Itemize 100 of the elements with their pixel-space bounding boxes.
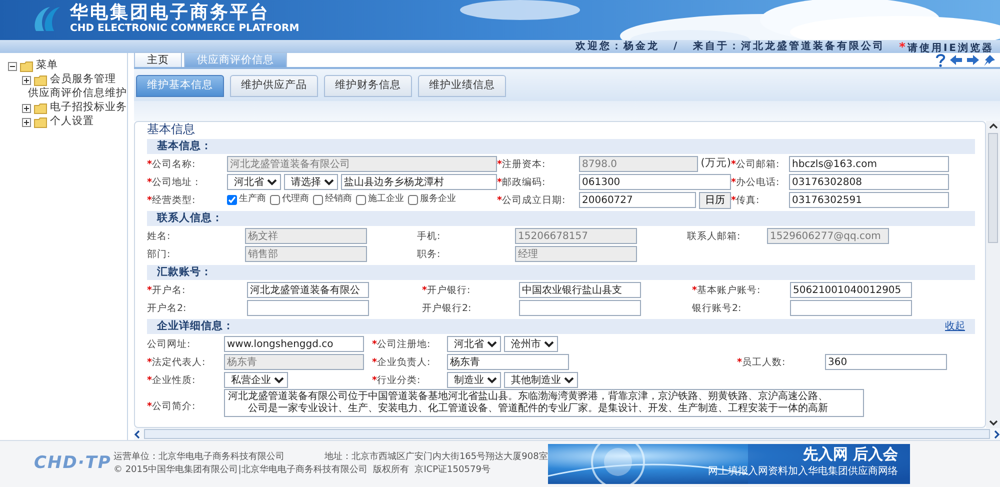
- menu-item[interactable]: 会员服务管理: [50, 72, 116, 88]
- expand-toggle-icon[interactable]: [22, 118, 31, 126]
- tab[interactable]: 主页: [134, 52, 182, 67]
- readonly-field[interactable]: 杨文祥: [245, 228, 367, 244]
- readonly-field[interactable]: 1529606277@qq.com: [767, 228, 889, 244]
- scroll-right-icon[interactable]: [994, 430, 1000, 438]
- scroll-up-icon[interactable]: [988, 123, 998, 129]
- input-field[interactable]: 360: [825, 354, 947, 370]
- field-label: *公司成立日期:: [497, 194, 566, 206]
- readonly-field[interactable]: 销售部: [245, 246, 367, 262]
- folder-icon: [20, 60, 33, 72]
- menu-item[interactable]: 个人设置: [50, 114, 94, 130]
- checkbox[interactable]: [408, 195, 418, 205]
- field-label: *开户名:: [147, 284, 186, 296]
- input-field[interactable]: 50621001040012905: [790, 282, 912, 298]
- field-label: 手机:: [417, 230, 440, 242]
- expand-toggle-icon[interactable]: [22, 104, 31, 112]
- site-title: 华电集团电子商务平台: [70, 4, 271, 23]
- section-title: 联系人信息：: [157, 210, 223, 226]
- sub-tab[interactable]: 维护业绩信息: [418, 75, 506, 97]
- forward-arrow-icon[interactable]: [966, 54, 980, 66]
- panel-title: 基本信息: [147, 122, 196, 137]
- calendar-button[interactable]: 日历: [699, 192, 731, 208]
- vertical-scrollbar[interactable]: [986, 121, 1000, 428]
- menu-item[interactable]: 电子招投标业务: [50, 100, 127, 116]
- folder-icon: [34, 74, 47, 86]
- field-label: *开户银行:: [422, 284, 470, 296]
- input-field[interactable]: 061300: [579, 174, 731, 190]
- section-title: 基本信息：: [157, 138, 212, 154]
- field-label: *注册资本:: [497, 158, 546, 170]
- sub-tab[interactable]: 维护财务信息: [324, 75, 412, 97]
- banner-title: 先入网 后入会: [802, 444, 898, 464]
- field-label: *企业性质:: [147, 374, 196, 386]
- field-label: 开户银行2:: [422, 302, 472, 314]
- scrollbar-thumb[interactable]: [988, 133, 998, 243]
- field-label: *法定代表人:: [147, 356, 206, 368]
- readonly-field[interactable]: 河北龙盛管道装备有限公司: [227, 156, 497, 172]
- input-field[interactable]: 中国农业银行盐山县支: [519, 282, 641, 298]
- operator-text: 运营单位：北京华电电子商务科技有限公司: [113, 451, 284, 464]
- expand-toggle-icon[interactable]: [8, 62, 17, 70]
- collapse-link[interactable]: 收起: [945, 319, 965, 334]
- dropdown[interactable]: 河北省: [227, 174, 281, 190]
- field-label: *邮政编码:: [497, 176, 546, 188]
- checkbox-label[interactable]: 经销商: [325, 193, 352, 207]
- site-subtitle: CHD ELECTRONIC COMMERCE PLATFORM: [70, 22, 300, 34]
- field-label: 姓名:: [147, 230, 170, 242]
- dropdown[interactable]: 制造业: [447, 372, 501, 388]
- input-field[interactable]: hbczls@163.com: [789, 156, 949, 172]
- field-label: 公司网址:: [147, 338, 190, 350]
- pin-icon[interactable]: [983, 54, 996, 66]
- horizontal-scrollbar[interactable]: [144, 429, 990, 439]
- checkbox[interactable]: [270, 195, 280, 205]
- checkbox[interactable]: [356, 195, 366, 205]
- sub-tab[interactable]: 维护供应产品: [230, 75, 318, 97]
- input-field[interactable]: 杨东青: [447, 354, 569, 370]
- dropdown[interactable]: 其他制造业: [504, 372, 578, 388]
- input-field[interactable]: 河北龙盛管道装备有限公: [247, 282, 369, 298]
- field-label: *传真:: [731, 194, 760, 206]
- input-field[interactable]: 03176302591: [789, 192, 949, 208]
- scroll-down-icon[interactable]: [988, 420, 998, 426]
- input-field[interactable]: 03176302808: [789, 174, 949, 190]
- checkbox-label[interactable]: 代理商: [282, 193, 309, 207]
- menu-item[interactable]: 菜单: [36, 58, 58, 74]
- back-arrow-icon[interactable]: [949, 54, 963, 66]
- dropdown[interactable]: 沧州市: [504, 336, 558, 352]
- input-field[interactable]: [519, 300, 641, 316]
- browser-notice: *请使用IE浏览器: [899, 38, 994, 56]
- field-label: 部门:: [147, 248, 170, 260]
- dropdown[interactable]: 河北省: [447, 336, 501, 352]
- field-label: *公司名称:: [147, 158, 196, 170]
- input-field[interactable]: 盐山县边务乡杨龙潭村: [341, 174, 497, 190]
- input-field[interactable]: www.longshenggd.co: [224, 336, 364, 352]
- input-field[interactable]: [790, 300, 912, 316]
- readonly-field[interactable]: 8798.0: [579, 156, 698, 172]
- field-label: 银行账号2:: [692, 302, 742, 314]
- input-field[interactable]: [247, 300, 369, 316]
- checkbox-label[interactable]: 生产商: [239, 193, 266, 207]
- checkbox[interactable]: [313, 195, 323, 205]
- address-text: 地址：北京市西城区广安门内大街165号翔达大厦908室: [324, 451, 548, 464]
- text-area[interactable]: 河北龙盛管道装备有限公司位于中国管道装备基地河北省盐山县。东临渤海湾黄骅港，背靠京津，京沪铁路、朔黄铁路、京沪高速公路、 公司是一家专业设计、生产、安装电力、化工管道设备、管道配件的专业厂家。是集设计、开发、生产制造、工程安装于一体的高新: [224, 389, 864, 417]
- unit-label: (万元): [700, 156, 731, 172]
- scroll-left-icon[interactable]: [134, 430, 140, 438]
- dropdown[interactable]: 私营企业: [224, 372, 288, 388]
- input-field[interactable]: 20060727: [579, 192, 696, 208]
- checkbox-label[interactable]: 服务企业: [420, 193, 456, 207]
- readonly-field[interactable]: 杨东青: [224, 354, 364, 370]
- field-label: 联系人邮箱:: [687, 230, 740, 242]
- section-title: 汇款账号：: [157, 264, 212, 280]
- field-label: *公司地址 :: [147, 176, 198, 188]
- readonly-field[interactable]: 15206678157: [515, 228, 637, 244]
- field-label: *公司注册地:: [372, 338, 430, 350]
- separator-text: /: [674, 40, 680, 54]
- checkbox-label[interactable]: 施工企业: [368, 193, 404, 207]
- help-icon[interactable]: [935, 54, 946, 66]
- expand-toggle-icon[interactable]: [22, 76, 31, 84]
- menu-item[interactable]: 供应商评价信息维护: [28, 86, 127, 102]
- checkbox[interactable]: [227, 195, 237, 205]
- readonly-field[interactable]: 经理: [515, 246, 637, 262]
- dropdown[interactable]: 请选择: [284, 174, 338, 190]
- welcome-text: 欢迎您：杨金龙: [576, 39, 660, 54]
